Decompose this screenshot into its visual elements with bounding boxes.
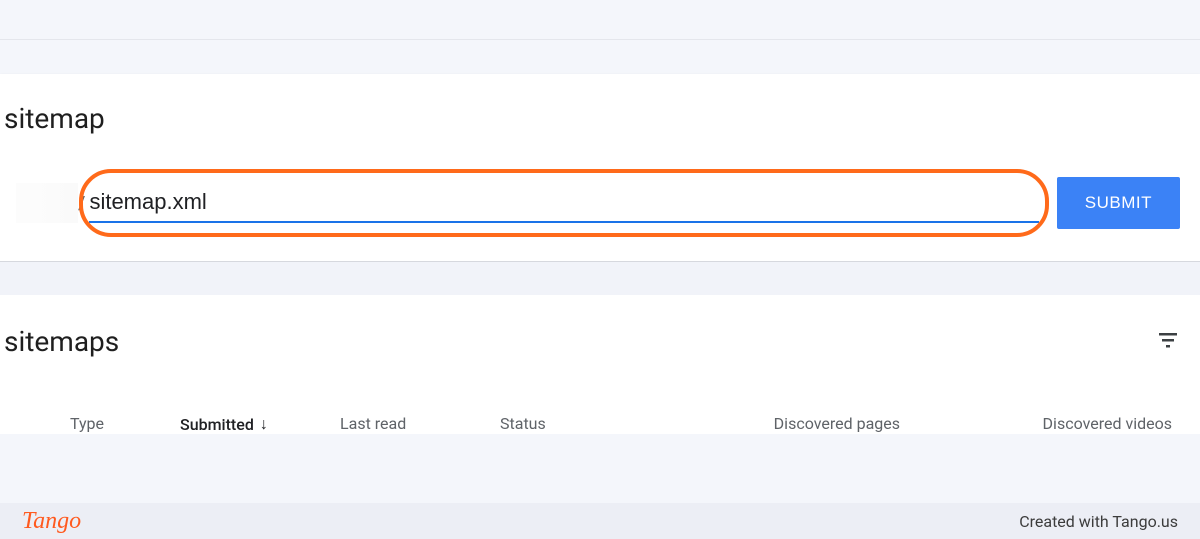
top-spacer-1	[0, 0, 1200, 40]
url-prefix-blurred	[16, 183, 78, 223]
submitted-sitemaps-title: sitemaps	[4, 325, 119, 358]
sort-arrow-down-icon: ↓	[260, 414, 268, 434]
col-header-type[interactable]: Type	[70, 414, 180, 434]
submitted-sitemaps-card: sitemaps Type Submitted ↓ Last read Stat…	[0, 295, 1200, 434]
tango-footer: Tango Created with Tango.us	[0, 503, 1200, 539]
col-header-submitted[interactable]: Submitted ↓	[180, 414, 340, 434]
filter-icon[interactable]	[1156, 328, 1180, 356]
submitted-sitemaps-header: sitemaps	[0, 295, 1200, 358]
col-header-status[interactable]: Status	[500, 414, 680, 434]
card-gap	[0, 261, 1200, 295]
top-spacer-2	[0, 40, 1200, 74]
col-header-discovered-pages[interactable]: Discovered pages	[680, 414, 900, 434]
tango-logo: Tango	[22, 508, 81, 535]
sitemap-input-row: / SUBMIT	[0, 135, 1200, 261]
add-sitemap-title: sitemap	[0, 74, 1200, 135]
col-header-submitted-label: Submitted	[180, 415, 254, 434]
sitemap-url-input[interactable]	[89, 183, 1038, 223]
submit-button[interactable]: SUBMIT	[1057, 177, 1180, 229]
col-header-discovered-videos[interactable]: Discovered videos	[900, 414, 1172, 434]
sitemaps-table-header: Type Submitted ↓ Last read Status Discov…	[0, 358, 1200, 434]
url-prefix-slash: /	[78, 193, 85, 214]
sitemap-input-highlight	[89, 183, 1038, 223]
add-sitemap-card: sitemap / SUBMIT	[0, 74, 1200, 261]
tango-credit-text: Created with Tango.us	[1019, 512, 1178, 531]
col-header-lastread[interactable]: Last read	[340, 414, 500, 434]
